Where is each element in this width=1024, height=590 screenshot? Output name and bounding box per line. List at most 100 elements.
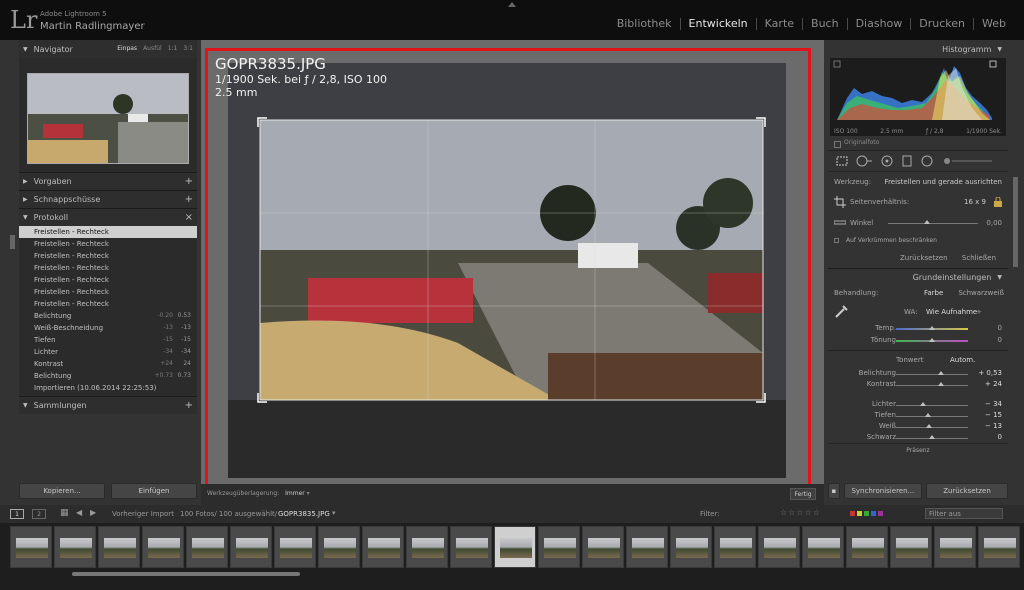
filmstrip-thumbnail[interactable] bbox=[230, 526, 272, 568]
history-item[interactable]: Freistellen - Rechteck bbox=[19, 262, 197, 274]
crop-reset-button[interactable]: Zurücksetzen bbox=[900, 248, 948, 268]
filmstrip-thumbnail[interactable] bbox=[318, 526, 360, 568]
filmstrip-thumbnail[interactable] bbox=[846, 526, 888, 568]
eyedropper-icon[interactable] bbox=[834, 305, 848, 319]
filter-select[interactable]: Filter aus bbox=[925, 508, 1003, 519]
history-item[interactable]: Importieren (10.06.2014 22:25:53) bbox=[19, 382, 197, 394]
zoom-fill[interactable]: Ausfül bbox=[143, 45, 162, 52]
reset-button[interactable]: Zurücksetzen bbox=[925, 483, 1009, 499]
filmstrip-thumbnail[interactable] bbox=[670, 526, 712, 568]
original-photo-checkbox[interactable]: Originalfoto bbox=[828, 136, 1008, 150]
module-drucken[interactable]: Drucken bbox=[910, 18, 973, 30]
exposure-slider[interactable] bbox=[896, 374, 968, 375]
chevron-down-icon[interactable]: ÷ bbox=[976, 302, 982, 322]
blacks-knob[interactable] bbox=[929, 435, 935, 439]
history-item[interactable]: Freistellen - Rechteck bbox=[19, 226, 197, 238]
grid-view-icon[interactable]: ▦ bbox=[60, 508, 69, 518]
blue-label-icon[interactable] bbox=[871, 511, 876, 516]
constrain-warp-checkbox[interactable]: Auf Verkrümmen beschränken bbox=[828, 234, 1008, 248]
source-label[interactable]: Vorheriger Import bbox=[112, 510, 174, 518]
purple-label-icon[interactable] bbox=[878, 511, 883, 516]
filmstrip-thumbnail[interactable] bbox=[538, 526, 580, 568]
synchronize-button[interactable]: Synchronisieren... bbox=[843, 483, 922, 499]
graduated-filter-icon[interactable] bbox=[902, 155, 912, 167]
schnappschuesse-header[interactable]: ▶ Schnappschüsse + bbox=[19, 190, 197, 208]
navigator-thumbnail[interactable] bbox=[27, 73, 189, 164]
tool-overlay-select[interactable]: Immer bbox=[285, 490, 305, 497]
history-item[interactable]: Tiefen -15 -15 bbox=[19, 334, 197, 346]
crop-frame-icon[interactable] bbox=[834, 196, 846, 208]
filmstrip-thumbnail[interactable] bbox=[714, 526, 756, 568]
module-bibliothek[interactable]: Bibliothek bbox=[609, 18, 680, 30]
history-item[interactable]: Freistellen - Rechteck bbox=[19, 286, 197, 298]
zoom-fit[interactable]: Einpas bbox=[117, 45, 137, 52]
zoom-1-1[interactable]: 1:1 bbox=[168, 45, 178, 52]
yellow-label-icon[interactable] bbox=[857, 511, 862, 516]
module-diashow[interactable]: Diashow bbox=[846, 18, 911, 30]
tint-knob[interactable] bbox=[929, 338, 935, 342]
histogram-header[interactable]: Histogramm ▼ bbox=[828, 40, 1008, 58]
add-collection-icon[interactable]: + bbox=[185, 400, 193, 411]
filmstrip-thumbnail[interactable] bbox=[274, 526, 316, 568]
filmstrip-thumbnail[interactable] bbox=[10, 526, 52, 568]
checkbox-icon[interactable] bbox=[834, 238, 839, 243]
navigator-header[interactable]: ▼ Navigator Einpas Ausfül 1:1 3:1 bbox=[19, 40, 197, 58]
filmstrip-thumbnail[interactable] bbox=[362, 526, 404, 568]
history-item[interactable]: Belichtung -0.20 0.53 bbox=[19, 310, 197, 322]
history-item[interactable]: Weiß-Beschneidung -13 -13 bbox=[19, 322, 197, 334]
history-item[interactable]: Freistellen - Rechteck bbox=[19, 298, 197, 310]
shadows-knob[interactable] bbox=[924, 413, 931, 417]
vorgaben-header[interactable]: ▶ Vorgaben + bbox=[19, 172, 197, 190]
contrast-knob[interactable] bbox=[937, 382, 944, 386]
filmstrip-thumbnail[interactable] bbox=[582, 526, 624, 568]
histogram[interactable]: ISO 100 2.5 mm ƒ / 2,8 1/1900 Sek. bbox=[830, 58, 1006, 136]
add-snapshot-icon[interactable]: + bbox=[185, 194, 193, 205]
rating-filter-stars[interactable]: ☆☆☆☆☆ bbox=[780, 508, 821, 517]
treatment-color[interactable]: Farbe bbox=[924, 286, 943, 300]
aspect-select[interactable]: 16 x 9 bbox=[964, 192, 986, 212]
filmstrip-thumbnail[interactable] bbox=[450, 526, 492, 568]
red-label-icon[interactable] bbox=[850, 511, 855, 516]
auto-tone-button[interactable]: Autom. bbox=[950, 351, 975, 369]
module-entwickeln[interactable]: Entwickeln bbox=[679, 18, 756, 30]
crop-close-button[interactable]: Schließen bbox=[962, 248, 996, 268]
module-buch[interactable]: Buch bbox=[802, 18, 847, 30]
highlights-slider[interactable] bbox=[896, 405, 968, 406]
add-preset-icon[interactable]: + bbox=[185, 176, 193, 187]
filmstrip-thumbnail[interactable] bbox=[98, 526, 140, 568]
red-eye-icon[interactable] bbox=[880, 155, 894, 167]
filmstrip-thumbnail[interactable] bbox=[934, 526, 976, 568]
navigator-preview[interactable] bbox=[19, 58, 197, 172]
crop-tool-icon[interactable] bbox=[836, 156, 848, 166]
sync-toggle-icon[interactable]: ▪ bbox=[828, 483, 840, 499]
shadows-slider[interactable] bbox=[896, 416, 968, 417]
chevron-down-icon[interactable]: ▾ bbox=[332, 509, 336, 517]
filmstrip-thumbnail[interactable] bbox=[758, 526, 800, 568]
temp-knob[interactable] bbox=[929, 326, 935, 330]
filmstrip-thumbnail[interactable] bbox=[54, 526, 96, 568]
left-panel-toggle-icon[interactable] bbox=[10, 235, 15, 249]
green-label-icon[interactable] bbox=[864, 511, 869, 516]
module-web[interactable]: Web bbox=[973, 18, 1014, 30]
module-karte[interactable]: Karte bbox=[755, 18, 802, 30]
level-icon[interactable] bbox=[834, 220, 846, 226]
radial-filter-icon[interactable] bbox=[920, 155, 934, 167]
right-panel-scrollbar[interactable] bbox=[1013, 177, 1018, 267]
treatment-bw[interactable]: Schwarzweiß bbox=[958, 286, 1004, 300]
chevron-down-icon[interactable]: ▾ bbox=[307, 490, 310, 497]
forward-arrow-icon[interactable]: ▶ bbox=[90, 508, 96, 517]
done-button[interactable]: Fertig bbox=[790, 488, 816, 500]
window-1-button[interactable]: 1 bbox=[10, 509, 24, 519]
window-2-button[interactable]: 2 bbox=[32, 509, 46, 519]
color-label-filter[interactable] bbox=[850, 511, 883, 516]
filmstrip-thumbnail[interactable] bbox=[890, 526, 932, 568]
history-item[interactable]: Kontrast +24 24 bbox=[19, 358, 197, 370]
sammlungen-header[interactable]: ▼ Sammlungen + bbox=[19, 396, 197, 414]
protokoll-header[interactable]: ▼ Protokoll × bbox=[19, 208, 197, 226]
lock-icon[interactable] bbox=[994, 197, 1002, 207]
basic-header[interactable]: Grundeinstellungen ▼ bbox=[828, 268, 1008, 286]
angle-slider[interactable] bbox=[888, 223, 978, 224]
history-item[interactable]: Belichtung +0.73 0.73 bbox=[19, 370, 197, 382]
filmstrip-thumbnail[interactable] bbox=[186, 526, 228, 568]
filmstrip-thumbnail[interactable] bbox=[802, 526, 844, 568]
